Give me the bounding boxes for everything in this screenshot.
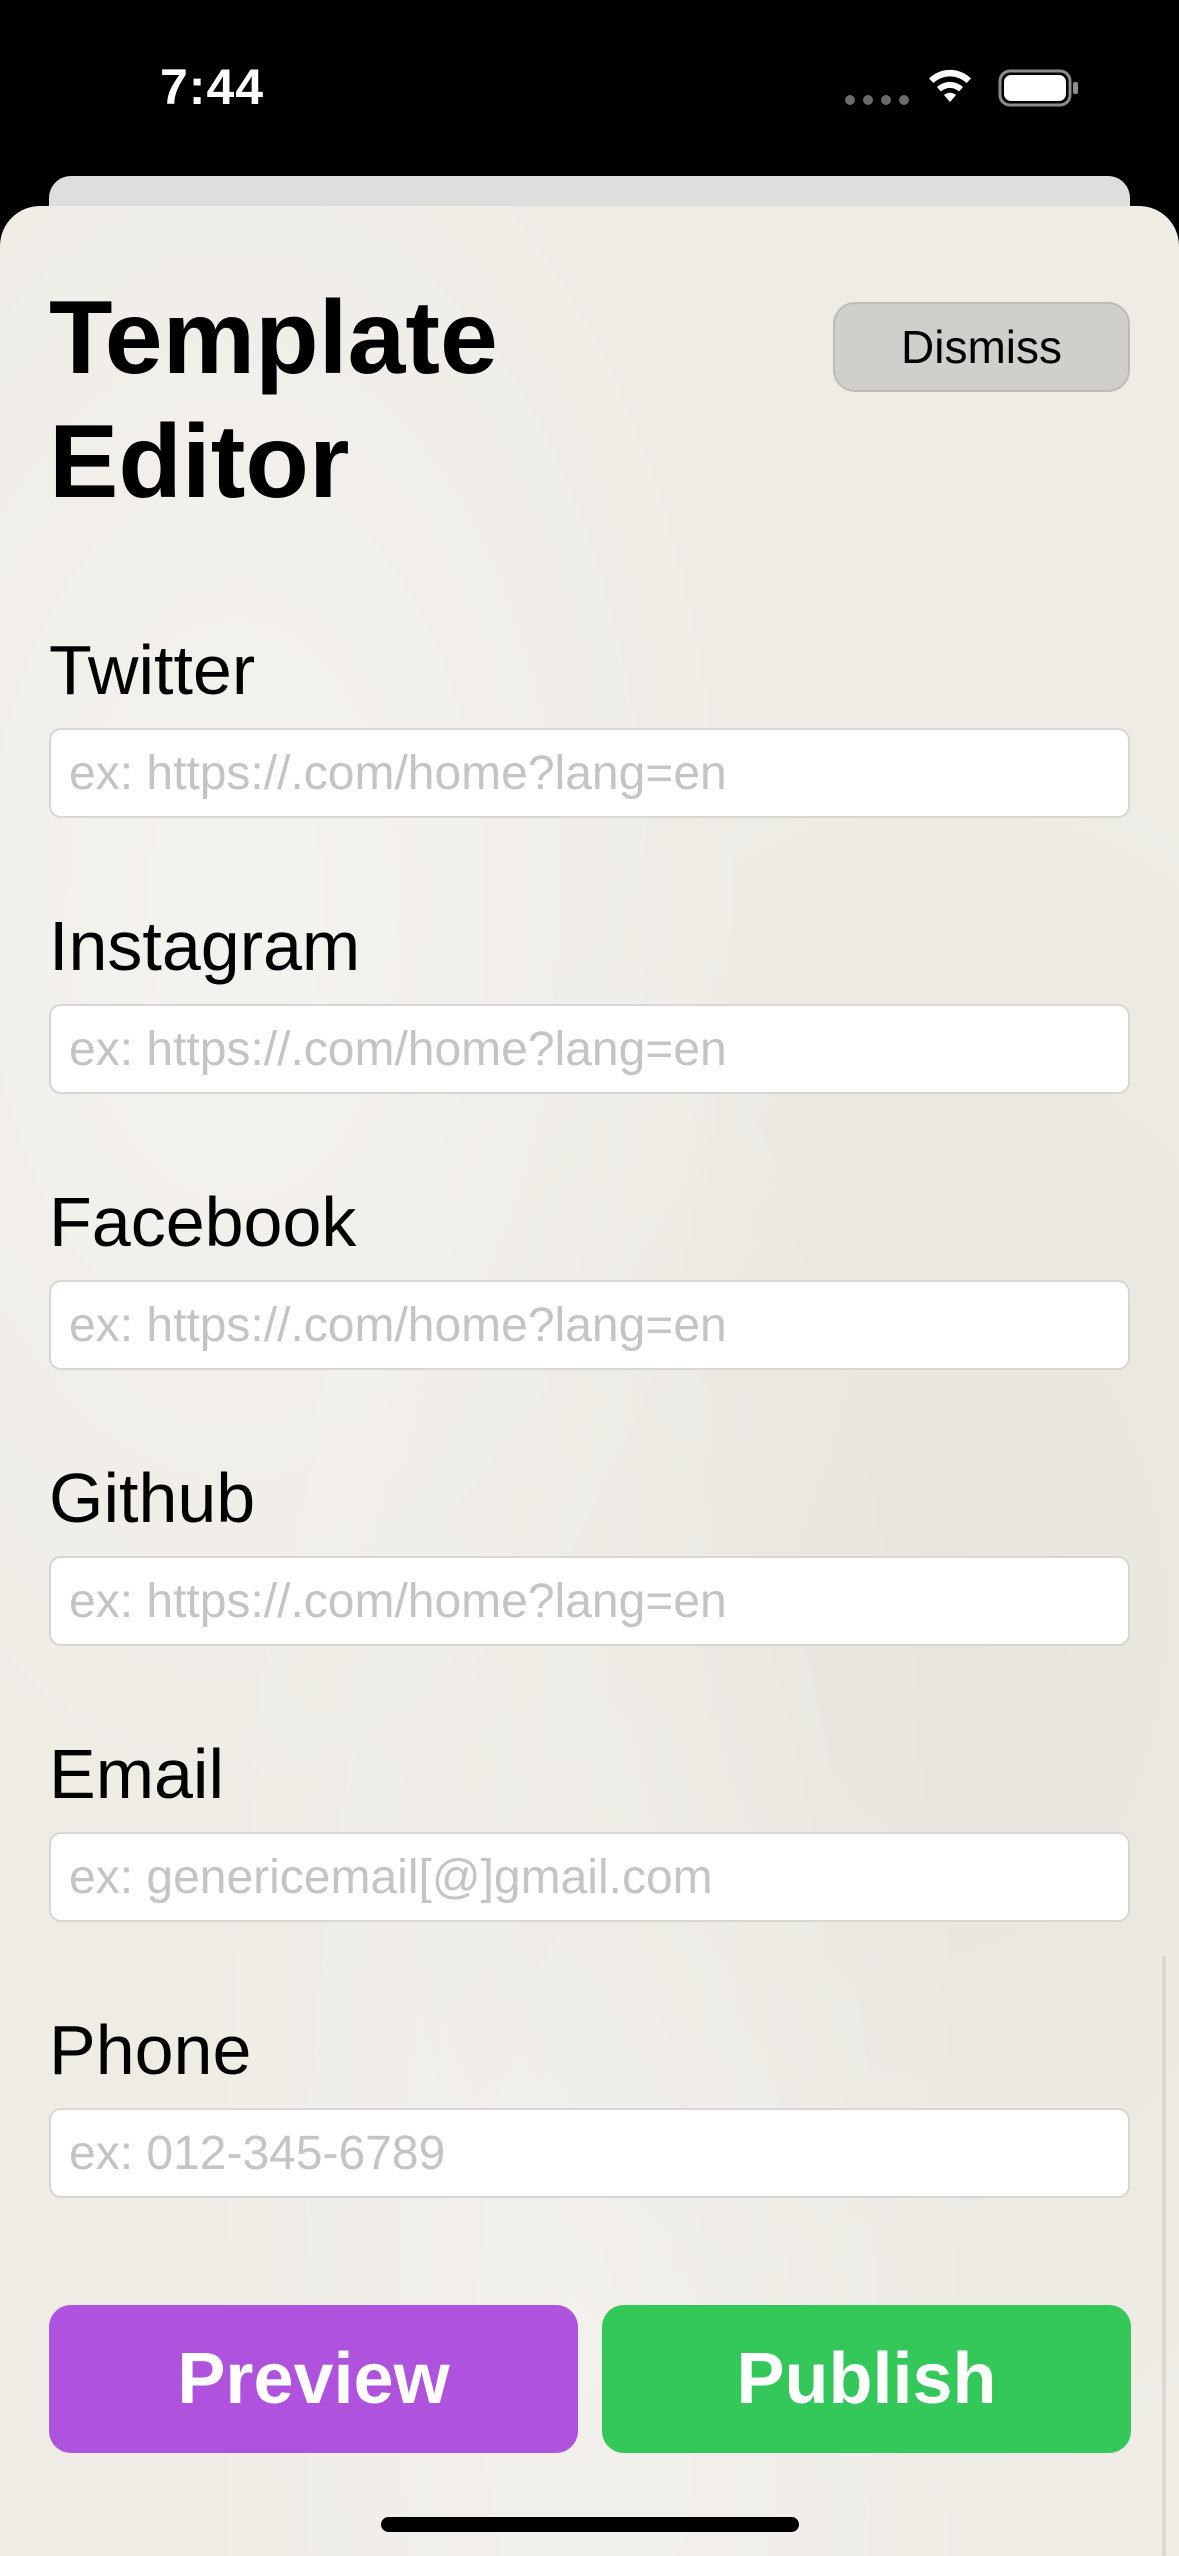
page-title: Template Editor bbox=[49, 280, 498, 520]
twitter-label: Twitter bbox=[49, 631, 256, 709]
scroll-indicator[interactable] bbox=[1162, 1956, 1166, 2556]
email-input[interactable] bbox=[49, 1832, 1130, 1922]
preview-button[interactable]: Preview bbox=[49, 2305, 578, 2453]
phone-field-group: Phone bbox=[49, 2000, 1130, 2198]
phone-label: Phone bbox=[49, 2011, 252, 2089]
publish-button[interactable]: Publish bbox=[602, 2305, 1131, 2453]
email-field-group: Email bbox=[49, 1724, 1130, 1922]
signal-dots-icon bbox=[845, 95, 909, 105]
instagram-field-group: Instagram bbox=[49, 896, 1130, 1094]
dismiss-button[interactable]: Dismiss bbox=[833, 302, 1130, 392]
screen: 7:44 Template Editor Dismiss Twitter Ins… bbox=[0, 0, 1179, 2556]
github-input[interactable] bbox=[49, 1556, 1130, 1646]
github-field-group: Github bbox=[49, 1448, 1130, 1646]
battery-icon bbox=[998, 69, 1078, 107]
github-label: Github bbox=[49, 1459, 256, 1537]
instagram-label: Instagram bbox=[49, 907, 361, 985]
twitter-field-group: Twitter bbox=[49, 620, 1130, 818]
email-label: Email bbox=[49, 1735, 225, 1813]
status-time: 7:44 bbox=[160, 59, 265, 115]
status-bar: 7:44 bbox=[0, 0, 1179, 175]
facebook-field-group: Facebook bbox=[49, 1172, 1130, 1370]
wifi-icon bbox=[929, 69, 971, 102]
home-indicator[interactable] bbox=[381, 2517, 799, 2532]
instagram-input[interactable] bbox=[49, 1004, 1130, 1094]
facebook-input[interactable] bbox=[49, 1280, 1130, 1370]
twitter-input[interactable] bbox=[49, 728, 1130, 818]
template-editor-sheet: Template Editor Dismiss Twitter Instagra… bbox=[0, 206, 1179, 2556]
phone-input[interactable] bbox=[49, 2108, 1130, 2198]
facebook-label: Facebook bbox=[49, 1183, 357, 1261]
